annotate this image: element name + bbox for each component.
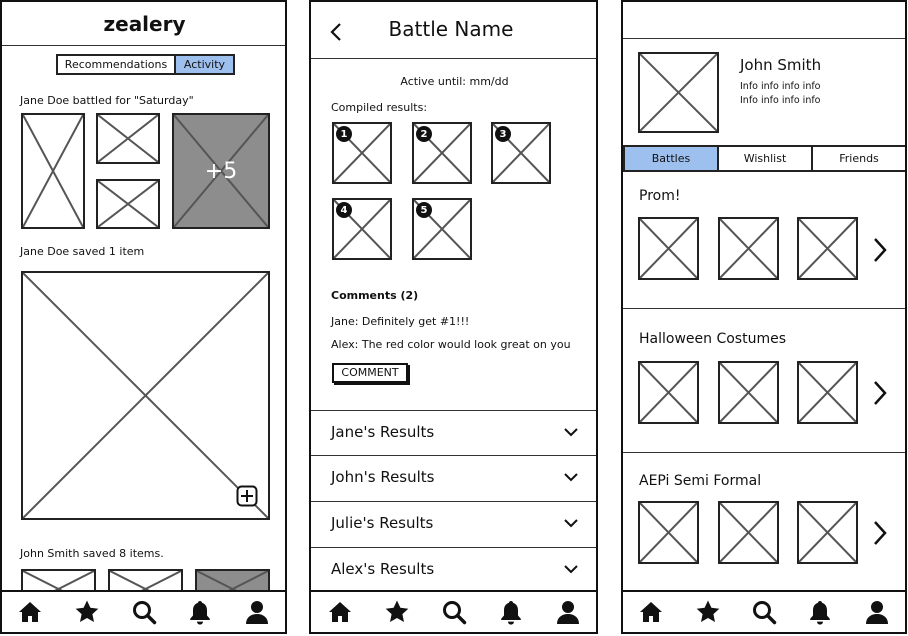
rank-badge: 1 bbox=[336, 126, 352, 142]
profile-name: John Smith bbox=[740, 56, 822, 74]
home-icon[interactable] bbox=[327, 599, 353, 625]
bottom-nav bbox=[2, 590, 285, 632]
add-icon[interactable] bbox=[236, 485, 258, 507]
bell-icon[interactable] bbox=[498, 599, 524, 625]
search-icon[interactable] bbox=[751, 599, 777, 625]
profile-info: Info info info info bbox=[740, 95, 821, 106]
search-icon[interactable] bbox=[131, 599, 157, 625]
image-placeholder[interactable] bbox=[797, 501, 858, 564]
rank-badge: 4 bbox=[336, 202, 352, 218]
image-placeholder[interactable] bbox=[718, 501, 779, 564]
active-until: Active until: mm/dd bbox=[400, 75, 509, 88]
rank-badge: 5 bbox=[416, 202, 432, 218]
image-placeholder[interactable] bbox=[96, 113, 160, 164]
bottom-nav bbox=[623, 590, 905, 632]
comment-button[interactable]: COMMENT bbox=[332, 363, 408, 383]
results-row-john[interactable]: John's Results bbox=[311, 455, 596, 501]
image-placeholder[interactable] bbox=[21, 113, 85, 229]
tab-battles[interactable]: Battles bbox=[625, 147, 719, 170]
battle-screen: Battle Name Active until: mm/dd Compiled… bbox=[309, 0, 598, 634]
app-title: zealery bbox=[103, 12, 186, 36]
ranked-result-5[interactable]: 5 bbox=[412, 198, 472, 260]
saved-item-image[interactable] bbox=[21, 271, 270, 520]
image-placeholder[interactable] bbox=[797, 361, 858, 424]
profile-screen: John Smith Info info info info Info info… bbox=[621, 0, 907, 634]
image-placeholder[interactable] bbox=[797, 217, 858, 280]
tab-friends[interactable]: Friends bbox=[813, 147, 905, 170]
bell-icon[interactable] bbox=[187, 599, 213, 625]
home-icon[interactable] bbox=[638, 599, 664, 625]
more-count: +5 bbox=[204, 159, 238, 184]
chevron-down-icon bbox=[564, 428, 578, 437]
ranked-result-3[interactable]: 3 bbox=[491, 122, 551, 184]
feed-item-text: Jane Doe saved 1 item bbox=[20, 245, 145, 258]
results-label: Alex's Results bbox=[331, 560, 435, 578]
user-icon[interactable] bbox=[555, 599, 581, 625]
feed-item-text: Jane Doe battled for "Saturday" bbox=[20, 94, 194, 107]
battle-group-title: AEPi Semi Formal bbox=[639, 473, 762, 489]
results-label: Julie's Results bbox=[331, 514, 434, 532]
results-row-alex[interactable]: Alex's Results bbox=[311, 547, 596, 593]
star-icon[interactable] bbox=[384, 599, 410, 625]
results-label: Jane's Results bbox=[331, 423, 435, 441]
profile-avatar bbox=[638, 52, 719, 133]
star-icon[interactable] bbox=[695, 599, 721, 625]
image-placeholder[interactable] bbox=[638, 361, 699, 424]
ranked-result-4[interactable]: 4 bbox=[332, 198, 392, 260]
battle-title: Battle Name bbox=[388, 17, 514, 41]
battle-group-title: Prom! bbox=[639, 188, 681, 204]
bell-icon[interactable] bbox=[807, 599, 833, 625]
star-icon[interactable] bbox=[74, 599, 100, 625]
comment-text: Alex: The red color would look great on … bbox=[331, 338, 571, 351]
comment-text: Jane: Definitely get #1!!! bbox=[331, 315, 470, 328]
bottom-nav bbox=[311, 590, 596, 632]
tab-wishlist[interactable]: Wishlist bbox=[719, 147, 813, 170]
results-label: John's Results bbox=[331, 468, 435, 486]
profile-info: Info info info info bbox=[740, 81, 821, 92]
rank-badge: 3 bbox=[495, 126, 511, 142]
ranked-result-2[interactable]: 2 bbox=[412, 122, 472, 184]
compiled-results-label: Compiled results: bbox=[331, 101, 428, 114]
feed-item-text: John Smith saved 8 items. bbox=[20, 547, 164, 560]
home-icon[interactable] bbox=[17, 599, 43, 625]
chevron-down-icon bbox=[564, 519, 578, 528]
feed-tab-switch: Recommendations Activity bbox=[56, 54, 235, 75]
activity-screen: zealery Recommendations Activity Jane Do… bbox=[0, 0, 287, 634]
back-chevron-icon[interactable] bbox=[329, 22, 343, 42]
image-placeholder[interactable] bbox=[718, 217, 779, 280]
user-icon[interactable] bbox=[864, 599, 890, 625]
tab-activity[interactable]: Activity bbox=[176, 56, 233, 73]
image-placeholder[interactable] bbox=[96, 179, 160, 229]
battle-group-title: Halloween Costumes bbox=[639, 331, 786, 347]
user-icon[interactable] bbox=[244, 599, 270, 625]
image-placeholder[interactable] bbox=[638, 501, 699, 564]
chevron-right-icon[interactable] bbox=[873, 520, 887, 546]
ranked-result-1[interactable]: 1 bbox=[332, 122, 392, 184]
comments-header: Comments (2) bbox=[331, 289, 419, 302]
chevron-down-icon bbox=[564, 565, 578, 574]
image-placeholder[interactable] bbox=[638, 217, 699, 280]
results-row-julie[interactable]: Julie's Results bbox=[311, 501, 596, 547]
image-placeholder[interactable] bbox=[718, 361, 779, 424]
search-icon[interactable] bbox=[441, 599, 467, 625]
results-row-jane[interactable]: Jane's Results bbox=[311, 410, 596, 456]
more-images-tile[interactable]: +5 bbox=[172, 113, 270, 229]
tab-recommendations[interactable]: Recommendations bbox=[58, 56, 176, 73]
profile-tabs: Battles Wishlist Friends bbox=[623, 145, 905, 172]
chevron-right-icon[interactable] bbox=[873, 237, 887, 263]
chevron-right-icon[interactable] bbox=[873, 380, 887, 406]
rank-badge: 2 bbox=[416, 126, 432, 142]
chevron-down-icon bbox=[564, 473, 578, 482]
